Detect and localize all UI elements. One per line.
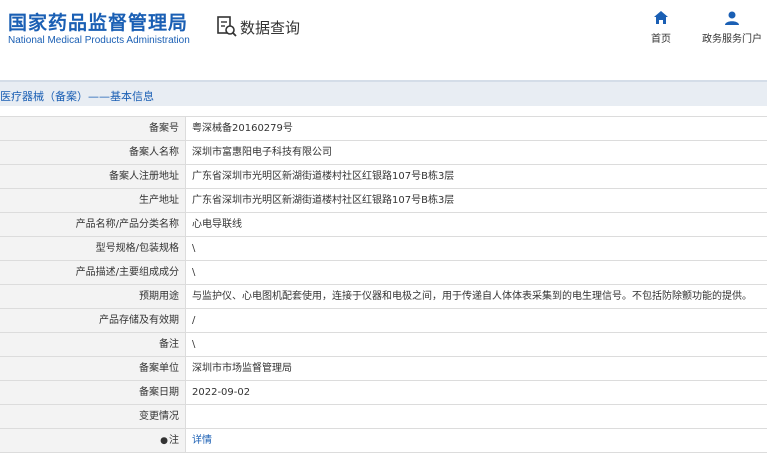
row-label: 预期用途 bbox=[0, 285, 186, 308]
row-label: 生产地址 bbox=[0, 189, 186, 212]
home-icon bbox=[654, 11, 668, 24]
row-value: / bbox=[192, 315, 196, 326]
nav-service-label: 政务服务门户 bbox=[702, 34, 762, 45]
table-row: 备案人名称 深圳市富惠阳电子科技有限公司 bbox=[0, 141, 767, 165]
document-search-icon bbox=[216, 15, 238, 39]
user-icon bbox=[725, 11, 739, 25]
row-label-text: 注 bbox=[169, 435, 179, 446]
row-label: 备案日期 bbox=[0, 381, 186, 404]
row-value: 与监护仪、心电图机配套使用，连接于仪器和电极之间，用于传递自人体体表采集到的电生… bbox=[192, 291, 752, 302]
search-title-text: 数据查询 bbox=[240, 18, 301, 37]
row-label: 备案单位 bbox=[0, 357, 186, 380]
site-logo-en: National Medical Products Administration bbox=[8, 35, 190, 46]
table-row: 备注 \ bbox=[0, 333, 767, 357]
table-row: 产品名称/产品分类名称 心电导联线 bbox=[0, 213, 767, 237]
row-value: \ bbox=[192, 267, 196, 278]
row-label-text: 预期用途 bbox=[139, 291, 179, 302]
row-label-text: 备案人注册地址 bbox=[109, 171, 179, 182]
row-label-text: 备案号 bbox=[149, 123, 179, 134]
row-label-text: 备注 bbox=[159, 339, 179, 350]
row-label: 备案人注册地址 bbox=[0, 165, 186, 188]
table-row: 产品存储及有效期 / bbox=[0, 309, 767, 333]
row-label-text: 变更情况 bbox=[139, 411, 179, 422]
row-label: ●注 bbox=[0, 429, 186, 452]
row-value: \ bbox=[192, 243, 196, 254]
row-value: 广东省深圳市光明区新湖街道楼村社区红银路107号B栋3层 bbox=[192, 195, 455, 206]
data-query-title: 数据查询 bbox=[216, 14, 300, 40]
row-value: 粤深械备20160279号 bbox=[192, 123, 293, 134]
row-label: 变更情况 bbox=[0, 405, 186, 428]
table-row: 备案单位 深圳市市场监督管理局 bbox=[0, 357, 767, 381]
table-row: 备案号 粤深械备20160279号 bbox=[0, 117, 767, 141]
site-logo-cn[interactable]: 国家药品监督管理局 bbox=[8, 8, 188, 35]
row-value: 深圳市市场监督管理局 bbox=[192, 363, 292, 374]
row-label-text: 产品名称/产品分类名称 bbox=[75, 219, 179, 230]
row-label-text: 产品存储及有效期 bbox=[99, 315, 179, 326]
row-label: 备案号 bbox=[0, 117, 186, 140]
row-label-text: 备案单位 bbox=[139, 363, 179, 374]
row-label: 备注 bbox=[0, 333, 186, 356]
table-row: ●注 详情 bbox=[0, 429, 767, 453]
row-value: 2022-09-02 bbox=[192, 387, 251, 398]
row-label-text: 备案人名称 bbox=[129, 147, 179, 158]
table-row: 生产地址 广东省深圳市光明区新湖街道楼村社区红银路107号B栋3层 bbox=[0, 189, 767, 213]
row-label: 型号规格/包装规格 bbox=[0, 237, 186, 260]
row-value bbox=[186, 405, 767, 428]
basic-info-table: 备案号 粤深械备20160279号备案人名称 深圳市富惠阳电子科技有限公司备案人注册… bbox=[0, 116, 767, 453]
row-value: 深圳市富惠阳电子科技有限公司 bbox=[192, 147, 332, 158]
row-label: 备案人名称 bbox=[0, 141, 186, 164]
details-link[interactable]: 详情 bbox=[186, 429, 767, 452]
row-label: 产品名称/产品分类名称 bbox=[0, 213, 186, 236]
row-label-text: 型号规格/包装规格 bbox=[95, 243, 179, 254]
row-label: 产品描述/主要组成成分 bbox=[0, 261, 186, 284]
site-header: 国家药品监督管理局 National Medical Products Admi… bbox=[0, 0, 767, 66]
lightbulb-icon: ● bbox=[160, 436, 168, 446]
row-label-text: 生产地址 bbox=[139, 195, 179, 206]
table-row: 预期用途 与监护仪、心电图机配套使用，连接于仪器和电极之间，用于传递自人体体表采集… bbox=[0, 285, 767, 309]
table-row: 型号规格/包装规格 \ bbox=[0, 237, 767, 261]
table-row: 备案日期 2022-09-02 bbox=[0, 381, 767, 405]
row-value: 广东省深圳市光明区新湖街道楼村社区红银路107号B栋3层 bbox=[192, 171, 455, 182]
nav-home[interactable]: 首页 bbox=[646, 10, 676, 45]
row-label-text: 备案日期 bbox=[139, 387, 179, 398]
table-row: 产品描述/主要组成成分 \ bbox=[0, 261, 767, 285]
nav-service-portal[interactable]: 政务服务门户 bbox=[700, 10, 764, 45]
row-label: 产品存储及有效期 bbox=[0, 309, 186, 332]
section-header: 医疗器械（备案）——基本信息 bbox=[0, 80, 767, 106]
table-row: 变更情况 bbox=[0, 405, 767, 429]
nav-home-label: 首页 bbox=[651, 34, 671, 45]
row-label-text: 产品描述/主要组成成分 bbox=[75, 267, 179, 278]
row-value: 心电导联线 bbox=[192, 219, 242, 230]
section-title: 医疗器械（备案）——基本信息 bbox=[0, 90, 154, 103]
table-row: 备案人注册地址 广东省深圳市光明区新湖街道楼村社区红银路107号B栋3层 bbox=[0, 165, 767, 189]
row-value: \ bbox=[192, 339, 196, 350]
